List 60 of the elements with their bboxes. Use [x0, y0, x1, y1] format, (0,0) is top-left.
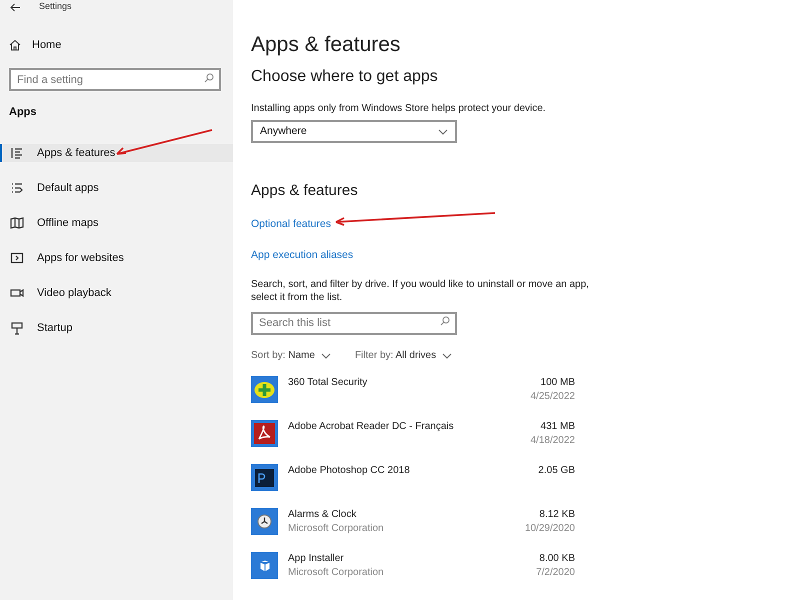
home-link[interactable]: Home: [0, 37, 233, 54]
app-date: 4/25/2022: [530, 390, 575, 404]
window-icon: [10, 251, 24, 265]
description-text: Search, sort, and filter by drive. If you would like to uninstall or move an app, select it from the list.: [251, 278, 590, 304]
section-heading: Apps & features: [251, 181, 359, 201]
nav-item[interactable]: Apps for websites: [0, 249, 233, 267]
list-icon: [10, 146, 24, 160]
ps-app-icon: [251, 464, 278, 491]
list-icon: [10, 181, 24, 195]
chevron-down-icon: [320, 352, 331, 358]
app-name: 360 Total Security: [288, 376, 368, 390]
search-icon: [440, 316, 450, 326]
video-camera-icon: [10, 286, 24, 300]
nav-item[interactable]: Startup: [0, 319, 233, 337]
source-dropdown[interactable]: Anywhere: [251, 120, 457, 143]
nav-item[interactable]: Offline maps: [0, 214, 233, 232]
chevron-down-icon: [438, 128, 448, 134]
search-field[interactable]: Search this list: [251, 312, 457, 334]
app-name: Alarms & Clock: [288, 508, 358, 522]
app-name: Adobe Photoshop CC 2018: [288, 464, 411, 478]
app-list-item[interactable]: Adobe Photoshop CC 2018 2.05 GB: [251, 464, 575, 495]
app-date: 4/18/2022: [530, 434, 575, 448]
link[interactable]: App execution aliases: [251, 248, 354, 264]
app-date: 7/2/2020: [536, 566, 575, 580]
section-heading: Apps: [8, 104, 38, 120]
home-icon: [9, 39, 21, 52]
nav-item[interactable]: Apps & features: [0, 144, 233, 162]
sort-dropdown[interactable]: Sort by: Name: [251, 348, 331, 363]
chevron-down-icon: [442, 352, 452, 358]
app-size: 100 MB: [540, 376, 575, 390]
app-publisher: Microsoft Corporation: [288, 566, 385, 580]
signpost-icon: [10, 321, 24, 335]
app-list-item[interactable]: Adobe Acrobat Reader DC - Français 431 MB 4/18/2022: [251, 420, 575, 451]
filter-dropdown[interactable]: Filter by: All drives: [354, 348, 452, 363]
app-date: 10/29/2020: [524, 522, 575, 536]
page-title: Apps & features: [251, 32, 402, 58]
nav-item[interactable]: Video playback: [0, 284, 233, 302]
clock-icon: [251, 508, 278, 535]
back-arrow-icon[interactable]: [10, 2, 21, 12]
window-title: Settings: [39, 0, 72, 14]
app-icon: [251, 376, 278, 403]
app-name: App Installer: [288, 552, 345, 566]
pdf-app-icon: [251, 420, 278, 447]
app-list-item[interactable]: Alarms & Clock Microsoft Corporation 8.12 KB 10/29/2020: [251, 508, 575, 539]
search-icon: [204, 72, 214, 82]
app-size: 8.12 KB: [539, 508, 575, 522]
description-text: Installing apps only from Windows Store helps protect your device.: [251, 102, 547, 116]
app-publisher: Microsoft Corporation: [288, 522, 385, 536]
app-list-item[interactable]: App Installer Microsoft Corporation 8.00 KB 7/2/2020: [251, 552, 575, 583]
link[interactable]: Optional features: [251, 216, 331, 232]
app-size: 8.00 KB: [539, 552, 575, 566]
box-icon: [251, 552, 278, 579]
app-list-item[interactable]: 360 Total Security 100 MB 4/25/2022: [251, 376, 575, 407]
app-size: 2.05 GB: [538, 464, 575, 478]
nav-item[interactable]: Default apps: [0, 179, 233, 197]
app-name: Adobe Acrobat Reader DC - Français: [288, 420, 455, 434]
search-field[interactable]: Find a setting: [9, 68, 221, 91]
map-icon: [10, 216, 24, 230]
app-size: 431 MB: [540, 420, 575, 434]
section-heading: Choose where to get apps: [251, 67, 439, 87]
